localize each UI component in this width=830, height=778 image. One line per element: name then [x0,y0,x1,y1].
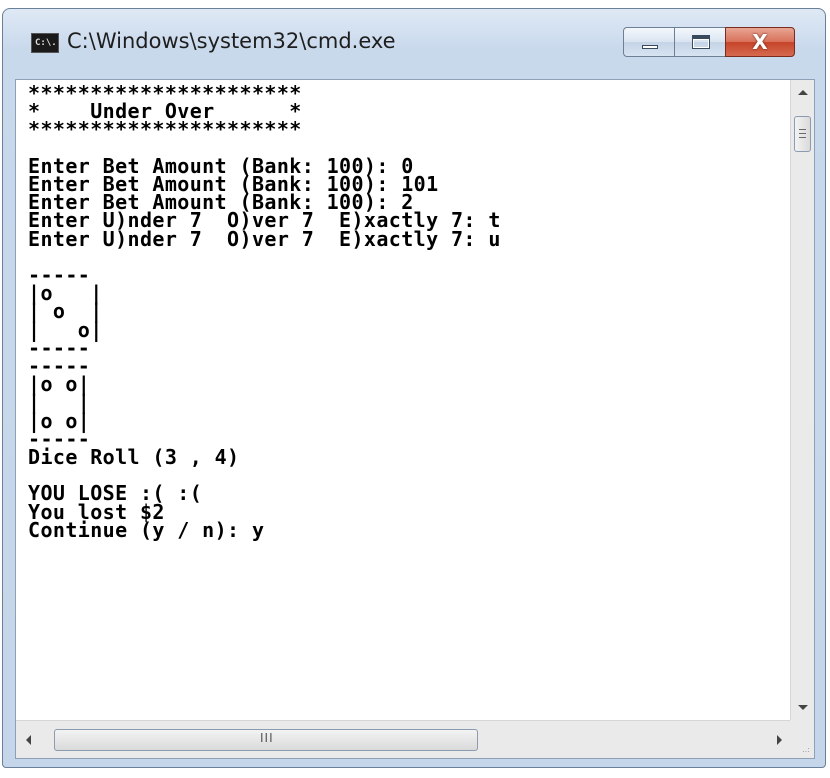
cmd-app-icon-text: C:\. [35,38,57,48]
console-text: ********************** * Under Over * ****… [16,80,792,542]
console-line: | | [28,390,91,415]
console-line: | o | [28,299,103,324]
close-button[interactable]: X [725,27,795,57]
vertical-scroll-thumb[interactable] [794,116,811,152]
console-line: Continue (y / n): y [28,517,265,542]
thumb-grip-line [799,137,806,138]
console-line: Enter U)nder 7 O)ver 7 E)xactly 7: u [28,226,501,251]
maximize-icon [692,35,710,49]
vertical-scrollbar[interactable] [790,80,814,720]
console-client-area: ********************** * Under Over * ****… [15,79,815,759]
cmd-app-icon[interactable]: C:\. [31,33,59,53]
window-title: C:\Windows\system32\cmd.exe [67,29,396,53]
console-line: |o | [28,281,103,306]
resize-grip[interactable]: ..: [790,720,814,758]
scroll-down-arrow-icon[interactable] [798,705,808,710]
cmd-window: C:\. C:\Windows\system32\cmd.exe X *****… [2,8,826,768]
console-line: |o o| [28,408,91,433]
thumb-grip-line [799,133,806,134]
console-line: ********************** [28,117,302,142]
title-bar[interactable]: C:\. C:\Windows\system32\cmd.exe X [3,9,825,79]
minimize-icon [642,45,658,49]
resize-grip-icon: ..: [802,745,810,754]
scroll-up-arrow-icon[interactable] [798,90,808,95]
console-line: | o| [28,317,103,342]
minimize-button[interactable] [623,27,675,57]
console-line: ----- [28,263,91,288]
console-line: |o o| [28,372,91,397]
horizontal-scrollbar[interactable]: III [16,720,792,758]
horizontal-scroll-thumb[interactable]: III [54,729,478,751]
thumb-grip-icon: III [260,731,274,745]
scroll-right-arrow-icon[interactable] [777,735,782,745]
close-icon: X [752,30,768,54]
console-line: ----- [28,354,91,379]
console-output[interactable]: ********************** * Under Over * ****… [16,80,792,720]
scroll-left-arrow-icon[interactable] [26,735,31,745]
thumb-grip-line [799,129,806,130]
maximize-button[interactable] [674,27,726,57]
console-line: Dice Roll (3 , 4) [28,445,240,470]
console-line: ----- [28,335,91,360]
